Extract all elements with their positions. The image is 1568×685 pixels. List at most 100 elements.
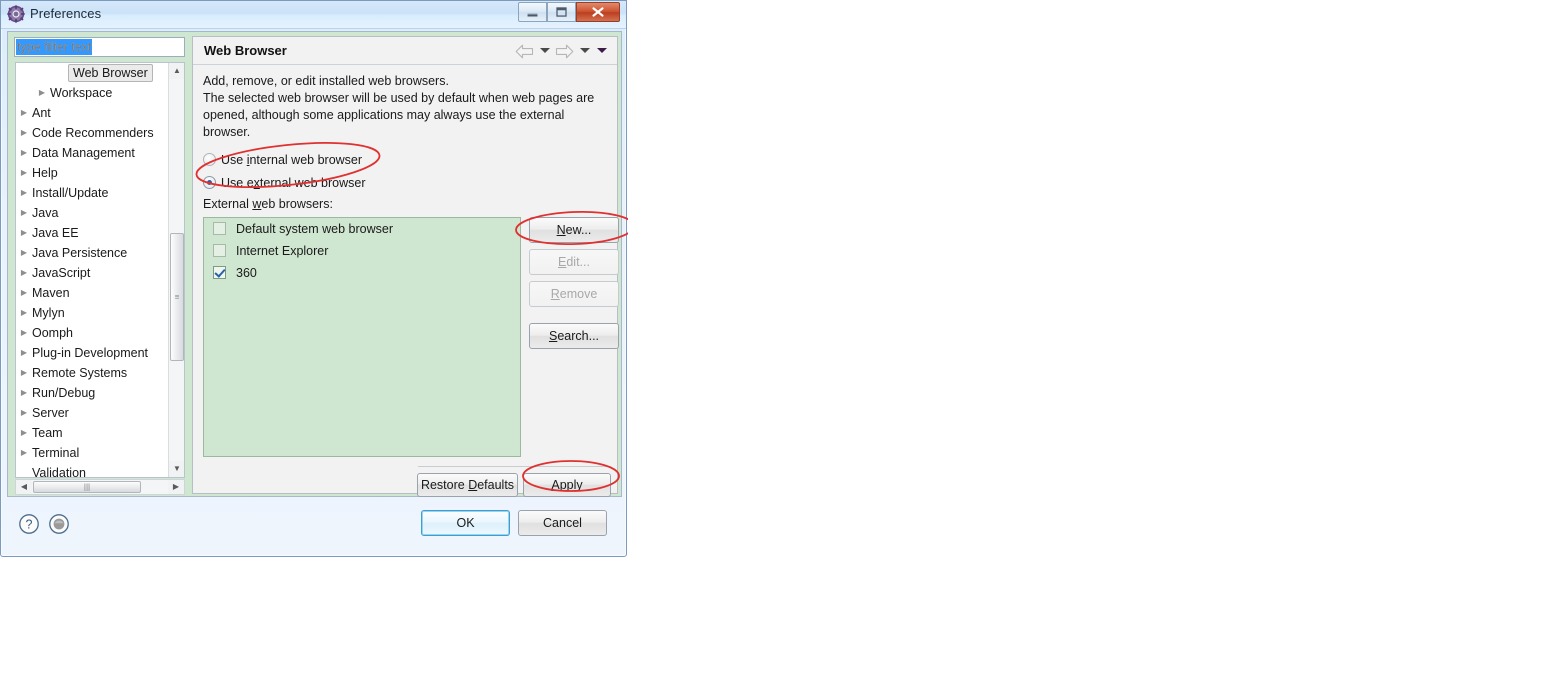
scroll-left-arrow-icon[interactable]: ◀ <box>16 480 32 494</box>
tree-item-label: Java <box>32 206 59 220</box>
tree-expand-chevron-right-icon[interactable]: ▶ <box>18 103 30 123</box>
tree-vertical-scrollbar[interactable]: ▲ ▼ ≡ <box>168 63 184 477</box>
close-icon <box>592 7 604 17</box>
tree-item-label: Workspace <box>50 86 113 100</box>
external-browsers-label: External web browsers: <box>203 197 333 211</box>
cancel-button[interactable]: Cancel <box>518 510 607 536</box>
checkbox-icon[interactable] <box>213 266 226 279</box>
scroll-up-arrow-icon[interactable]: ▲ <box>169 63 184 79</box>
back-history-chevron-down-icon[interactable] <box>540 48 550 53</box>
description-line: The selected web browser will be used by… <box>203 91 595 105</box>
tree-item[interactable]: ▶ Java EE <box>16 223 184 243</box>
scroll-right-arrow-icon[interactable]: ▶ <box>168 480 184 494</box>
search-button[interactable]: Search... <box>529 323 619 349</box>
tree-expand-chevron-right-icon[interactable]: ▶ <box>18 303 30 323</box>
edit-button: Edit... <box>529 249 619 275</box>
tree-scroll-thumb[interactable]: ≡ <box>170 233 184 361</box>
dialog-footer: ? OK Cancel <box>7 498 622 550</box>
apply-button[interactable]: Apply <box>523 473 611 497</box>
tree-item[interactable]: Web Browser <box>16 63 184 83</box>
tree-item[interactable]: ▶ Maven <box>16 283 184 303</box>
tree-expand-chevron-right-icon[interactable]: ▶ <box>18 363 30 383</box>
tree-item-label: Validation <box>32 466 86 478</box>
forward-arrow-icon[interactable] <box>555 44 574 59</box>
tree-item-label: Install/Update <box>32 186 109 200</box>
browser-label: 360 <box>236 266 257 280</box>
tree-item[interactable]: ▶ Java Persistence <box>16 243 184 263</box>
gear-icon <box>7 5 25 23</box>
tree-item[interactable]: ▶ Terminal <box>16 443 184 463</box>
back-arrow-icon[interactable] <box>515 44 534 59</box>
tree-item[interactable]: ▶ JavaScript <box>16 263 184 283</box>
view-menu-chevron-down-icon[interactable] <box>597 48 607 53</box>
tree-item[interactable]: ▶ Workspace <box>16 83 184 103</box>
checkbox-icon[interactable] <box>213 222 226 235</box>
tree-item[interactable]: ▶ Server <box>16 403 184 423</box>
checkbox-icon[interactable] <box>213 244 226 257</box>
tree-expand-chevron-right-icon[interactable]: ▶ <box>18 423 30 443</box>
maximize-icon <box>556 7 567 17</box>
tree-item[interactable]: ▶ Help <box>16 163 184 183</box>
tree-item[interactable]: ▶ Plug-in Development <box>16 343 184 363</box>
maximize-button[interactable] <box>547 2 576 22</box>
tree-expand-chevron-right-icon[interactable]: ▶ <box>18 403 30 423</box>
tree-expand-chevron-right-icon[interactable]: ▶ <box>18 323 30 343</box>
tree-item-label: Team <box>32 426 63 440</box>
tree-item[interactable]: ▶ Code Recommenders <box>16 123 184 143</box>
tree-item[interactable]: Validation <box>16 463 184 478</box>
tree-item[interactable]: ▶ Mylyn <box>16 303 184 323</box>
preferences-tree[interactable]: Web Browser ▶ Workspace ▶ Ant ▶ Code Recommend… <box>15 62 185 478</box>
browser-list-item[interactable]: 360 <box>204 262 520 284</box>
tree-hscroll-thumb[interactable]: ||| <box>33 481 141 493</box>
browser-list-item[interactable]: Internet Explorer <box>204 240 520 262</box>
tree-expand-chevron-right-icon[interactable]: ▶ <box>18 243 30 263</box>
forward-history-chevron-down-icon[interactable] <box>580 48 590 53</box>
tree-item[interactable]: ▶ Java <box>16 203 184 223</box>
tree-item[interactable]: ▶ Install/Update <box>16 183 184 203</box>
minimize-button[interactable] <box>518 2 547 22</box>
svg-text:?: ? <box>26 518 33 532</box>
new-button[interactable]: New... <box>529 217 619 243</box>
tree-item[interactable]: ▶ Ant <box>16 103 184 123</box>
tree-expand-chevron-right-icon[interactable]: ▶ <box>36 83 48 103</box>
tree-expand-chevron-right-icon[interactable]: ▶ <box>18 443 30 463</box>
browser-list-item[interactable]: Default system web browser <box>204 218 520 240</box>
restore-defaults-button[interactable]: Restore Defaults <box>417 473 518 497</box>
tree-expand-chevron-right-icon[interactable]: ▶ <box>18 143 30 163</box>
tree-item-label: Terminal <box>32 446 80 460</box>
tree-expand-chevron-right-icon[interactable]: ▶ <box>18 343 30 363</box>
page-header: Web Browser <box>193 37 617 65</box>
tree-item-label: Server <box>32 406 69 420</box>
tree-expand-chevron-right-icon[interactable]: ▶ <box>18 163 30 183</box>
tree-item[interactable]: ▶ Team <box>16 423 184 443</box>
description-line: opened, although some applications may a… <box>203 108 565 122</box>
tree-expand-chevron-right-icon[interactable]: ▶ <box>18 123 30 143</box>
tree-expand-chevron-right-icon[interactable]: ▶ <box>18 383 30 403</box>
tree-horizontal-scrollbar[interactable]: ◀ ▶ ||| <box>15 479 185 495</box>
search-input[interactable] <box>15 38 184 56</box>
scroll-grip-icon: ≡ <box>174 292 180 302</box>
ok-button[interactable]: OK <box>421 510 510 536</box>
close-button[interactable] <box>576 2 620 22</box>
tree-expand-chevron-right-icon[interactable]: ▶ <box>18 223 30 243</box>
tree-item[interactable]: ▶ Remote Systems <box>16 363 184 383</box>
footer-divider <box>418 466 611 467</box>
minimize-icon <box>527 13 538 17</box>
scroll-down-arrow-icon[interactable]: ▼ <box>169 461 184 477</box>
external-browsers-list[interactable]: Default system web browser Internet Explo… <box>203 217 521 457</box>
tree-expand-chevron-right-icon[interactable]: ▶ <box>18 203 30 223</box>
radio-label-external: Use external web browser <box>221 176 366 190</box>
help-circle-icon[interactable]: ? <box>18 513 40 535</box>
tree-item[interactable]: ▶ Data Management <box>16 143 184 163</box>
tree-item-label: Mylyn <box>32 306 65 320</box>
tree-expand-chevron-right-icon[interactable]: ▶ <box>18 283 30 303</box>
tree-item[interactable]: ▶ Oomph <box>16 323 184 343</box>
tree-item[interactable]: ▶ Run/Debug <box>16 383 184 403</box>
filter-field-wrapper[interactable]: type filter text <box>14 37 185 57</box>
scroll-grip-icon: ||| <box>83 482 91 492</box>
title-bar[interactable]: Preferences <box>1 1 626 29</box>
tree-expand-chevron-right-icon[interactable]: ▶ <box>18 183 30 203</box>
tree-expand-chevron-right-icon[interactable]: ▶ <box>18 263 30 283</box>
restore-circle-icon[interactable] <box>48 513 70 535</box>
tree-item-label: Plug-in Development <box>32 346 149 360</box>
